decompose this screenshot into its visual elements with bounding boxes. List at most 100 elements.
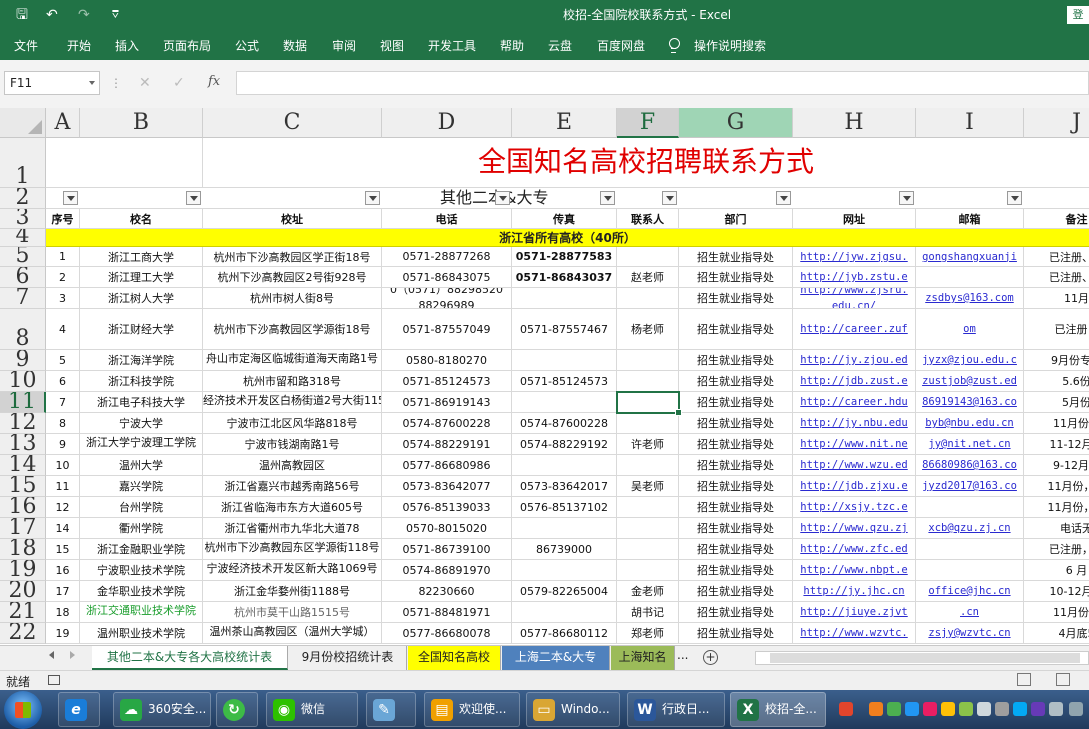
row-header-20[interactable]: 20 xyxy=(0,581,46,602)
cell-f12[interactable] xyxy=(617,413,679,434)
formula-input[interactable] xyxy=(236,71,1089,95)
cell-h18[interactable]: http://www.zfc.ed xyxy=(793,539,916,560)
cell-a22[interactable]: 19 xyxy=(46,623,80,644)
cell-d18[interactable]: 0571-86739100 xyxy=(382,539,512,560)
column-header-f[interactable]: F xyxy=(617,108,679,138)
cell-c18[interactable]: 杭州市下沙高教园东区学源街118号 xyxy=(203,539,382,560)
select-all-corner[interactable] xyxy=(0,108,46,138)
cell-b14[interactable]: 温州大学 xyxy=(80,455,203,476)
column-label-h[interactable]: 网址 xyxy=(793,209,916,229)
cell-i20[interactable]: office@jhc.cn xyxy=(916,581,1024,602)
cell-d16[interactable]: 0576-85139033 xyxy=(382,497,512,518)
cell-a16[interactable]: 12 xyxy=(46,497,80,518)
cell-i11[interactable]: 86919143@163.co xyxy=(916,392,1024,413)
taskbar-360[interactable]: ☁ 360安全... xyxy=(113,692,211,727)
cell-e14[interactable] xyxy=(512,455,617,476)
column-label-b[interactable]: 校名 xyxy=(80,209,203,229)
cell-f5[interactable] xyxy=(617,247,679,267)
cell-h14[interactable]: http://www.wzu.ed xyxy=(793,455,916,476)
cell-a13[interactable]: 9 xyxy=(46,434,80,455)
sheet-tab-september-recruitment[interactable]: 9月份校招统计表 xyxy=(289,646,407,670)
cell-c12[interactable]: 宁波市江北区风华路818号 xyxy=(203,413,382,434)
cell-d7[interactable]: 0（0571）88298520 88296989 xyxy=(382,288,512,309)
cell-d9[interactable]: 0580-8180270 xyxy=(382,350,512,371)
cell-b18[interactable]: 浙江金融职业学院 xyxy=(80,539,203,560)
tab-help[interactable]: 帮助 xyxy=(500,38,524,54)
cell-g15[interactable]: 招生就业指导处 xyxy=(679,476,793,497)
name-box[interactable]: F11 xyxy=(4,71,100,95)
prev-sheet-icon[interactable] xyxy=(49,651,54,659)
tray-app-icon[interactable] xyxy=(959,702,973,716)
row-header-5[interactable]: 5 xyxy=(0,247,46,267)
cell-c22[interactable]: 温州茶山高教园区（温州大学城） xyxy=(203,623,382,644)
cell-e21[interactable] xyxy=(512,602,617,623)
cell-i13[interactable]: jy@nit.net.cn xyxy=(916,434,1024,455)
normal-view-icon[interactable] xyxy=(1017,673,1031,686)
subtitle-row-cell[interactable] xyxy=(46,188,1089,209)
column-header-b[interactable]: B xyxy=(80,108,203,138)
tab-developer[interactable]: 开发工具 xyxy=(428,38,476,54)
cell-d5[interactable]: 0571-28877268 xyxy=(382,247,512,267)
tray-app-icon[interactable] xyxy=(941,702,955,716)
column-label-c[interactable]: 校址 xyxy=(203,209,382,229)
cell-f18[interactable] xyxy=(617,539,679,560)
cell-g8[interactable]: 招生就业指导处 xyxy=(679,309,793,350)
cell-d14[interactable]: 0577-86680986 xyxy=(382,455,512,476)
cell-f15[interactable]: 吴老师 xyxy=(617,476,679,497)
cell-c16[interactable]: 浙江省临海市东方大道605号 xyxy=(203,497,382,518)
cell-f10[interactable] xyxy=(617,371,679,392)
row-header-21[interactable]: 21 xyxy=(0,602,46,623)
cell-a5[interactable]: 1 xyxy=(46,247,80,267)
cell-f19[interactable] xyxy=(617,560,679,581)
cell-c11[interactable]: 杭州经济技术开发区白杨街道2号大街1158号 xyxy=(203,392,382,413)
cell-b22[interactable]: 温州职业技术学院 xyxy=(80,623,203,644)
row-header-22[interactable]: 22 xyxy=(0,623,46,644)
cell-j6[interactable]: 已注册、分 xyxy=(1024,267,1089,288)
cell-h22[interactable]: http://www.wzvtc. xyxy=(793,623,916,644)
cell-a7[interactable]: 3 xyxy=(46,288,80,309)
cell-d6[interactable]: 0571-86843075 xyxy=(382,267,512,288)
cell-h9[interactable]: http://jy.zjou.ed xyxy=(793,350,916,371)
cell-j9[interactable]: 9月份专场 xyxy=(1024,350,1089,371)
start-button[interactable] xyxy=(4,691,42,729)
column-header-i[interactable]: I xyxy=(916,108,1024,138)
cell-a14[interactable]: 10 xyxy=(46,455,80,476)
cell-c17[interactable]: 浙江省衢州市九华北大道78 xyxy=(203,518,382,539)
tray-app-icon[interactable] xyxy=(887,702,901,716)
cell-b6[interactable]: 浙江理工大学 xyxy=(80,267,203,288)
taskbar-word[interactable]: W 行政日... xyxy=(627,692,725,727)
row-header-4[interactable]: 4 xyxy=(0,229,46,247)
cell-i14[interactable]: 86680986@163.co xyxy=(916,455,1024,476)
cell-b12[interactable]: 宁波大学 xyxy=(80,413,203,434)
taskbar-ie[interactable]: e xyxy=(58,692,100,727)
cell-g17[interactable]: 招生就业指导处 xyxy=(679,518,793,539)
cell-d10[interactable]: 0571-85124573 xyxy=(382,371,512,392)
cell-i15[interactable]: jyzd2017@163.co xyxy=(916,476,1024,497)
column-header-e[interactable]: E xyxy=(512,108,617,138)
taskbar-360-browser[interactable]: ↻ xyxy=(216,692,258,727)
cell-a19[interactable]: 16 xyxy=(46,560,80,581)
cell-a17[interactable]: 14 xyxy=(46,518,80,539)
row-header-10[interactable]: 10 xyxy=(0,371,46,392)
tab-page-layout[interactable]: 页面布局 xyxy=(163,38,211,54)
cell-j13[interactable]: 11-12月份 xyxy=(1024,434,1089,455)
cell-f17[interactable] xyxy=(617,518,679,539)
cell-g19[interactable]: 招生就业指导处 xyxy=(679,560,793,581)
row-header-18[interactable]: 18 xyxy=(0,539,46,560)
insert-function-icon[interactable]: fx xyxy=(208,74,220,89)
cell-h17[interactable]: http://www.qzu.zj xyxy=(793,518,916,539)
cell-j22[interactable]: 4月底5 xyxy=(1024,623,1089,644)
cell-c20[interactable]: 浙江金华婺州街1188号 xyxy=(203,581,382,602)
cell-g16[interactable]: 招生就业指导处 xyxy=(679,497,793,518)
filter-dropdown-g[interactable] xyxy=(776,191,791,205)
tray-app-icon[interactable] xyxy=(869,702,883,716)
cell-h10[interactable]: http://jdb.zust.e xyxy=(793,371,916,392)
cell-f21[interactable]: 胡书记 xyxy=(617,602,679,623)
cell-d17[interactable]: 0570-8015020 xyxy=(382,518,512,539)
cell-f9[interactable] xyxy=(617,350,679,371)
cell-g5[interactable]: 招生就业指导处 xyxy=(679,247,793,267)
cell-g14[interactable]: 招生就业指导处 xyxy=(679,455,793,476)
cell-f8[interactable]: 杨老师 xyxy=(617,309,679,350)
tab-review[interactable]: 审阅 xyxy=(332,38,356,54)
cell-b21[interactable]: 浙江交通职业技术学院 xyxy=(80,602,203,623)
